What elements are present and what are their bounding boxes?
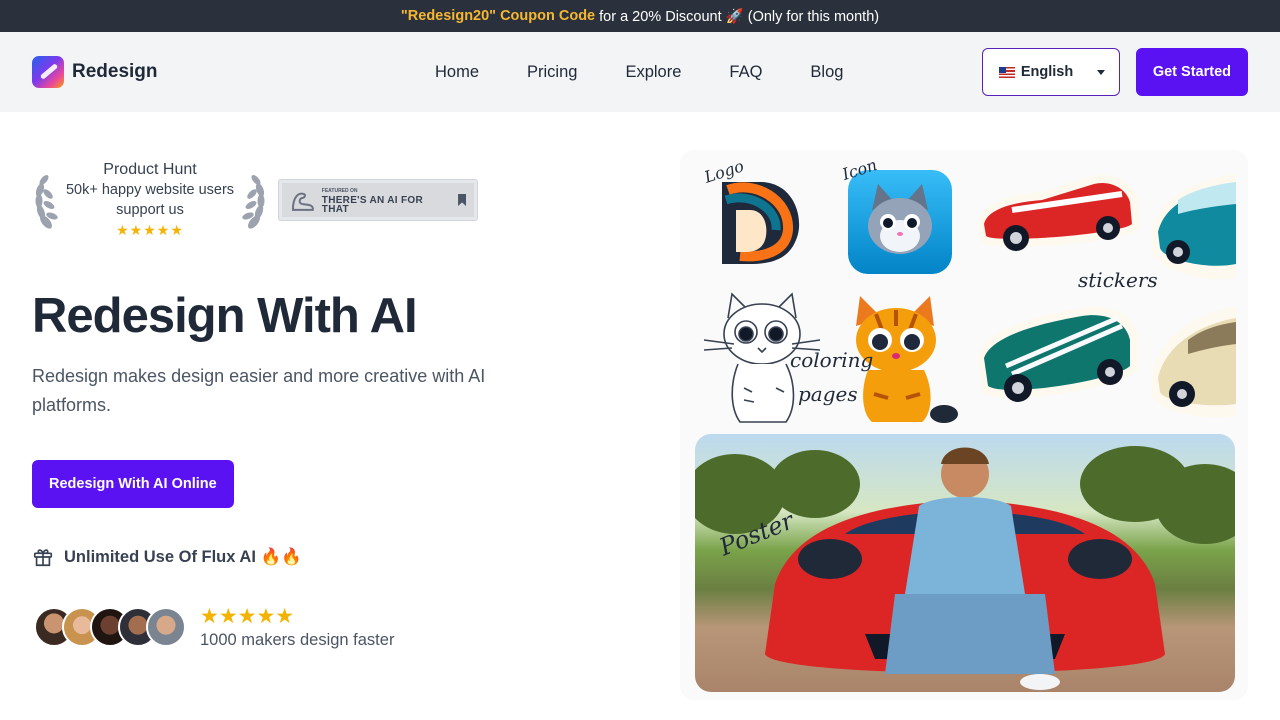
badge-title: Product Hunt (103, 161, 197, 178)
coloring-label: coloring (790, 348, 874, 372)
bookmark-icon (458, 194, 466, 206)
product-hunt-badge: Product Hunt 50k+ happy website users su… (32, 160, 268, 240)
nav-home[interactable]: Home (435, 63, 479, 82)
redesign-online-button[interactable]: Redesign With AI Online (32, 460, 234, 508)
car-sticker-image (1148, 160, 1236, 286)
brand-logo-link[interactable]: Redesign (32, 56, 158, 88)
nav-faq[interactable]: FAQ (729, 63, 762, 82)
avatar (146, 607, 186, 647)
chevron-down-icon (1096, 69, 1105, 75)
coupon-code: "Redesign20" Coupon Code (400, 8, 596, 24)
badge-line1: 50k+ happy website users (65, 182, 235, 198)
gift-icon (33, 549, 53, 567)
laurel-right-icon (242, 175, 265, 229)
promo-bar: "Redesign20" Coupon Code for a 20% Disco… (0, 0, 1280, 32)
hero-description: Redesign makes design easier and more cr… (32, 366, 486, 415)
nav-explore[interactable]: Explore (625, 63, 681, 82)
flux-text: Unlimited Use Of Flux AI 🔥🔥 (64, 547, 302, 566)
badge-stars: ★★★★★ (116, 222, 184, 238)
icon-example-image (848, 170, 952, 274)
get-started-button[interactable]: Get Started (1135, 48, 1248, 96)
promo-text: for a 20% Discount 🚀 (Only for this mont… (599, 8, 880, 25)
rating-stars: ★★★★★ (200, 605, 295, 628)
brand-name: Redesign (72, 61, 158, 82)
poster-example-image (695, 434, 1235, 692)
laurel-left-icon (35, 175, 58, 229)
featured-badge-link[interactable]: FEATURED ON THERE'S AN AI FOR THAT (278, 179, 478, 221)
car-sticker-image (972, 296, 1144, 420)
car-sticker-image (972, 158, 1144, 282)
us-flag-icon (998, 66, 1015, 78)
language-select[interactable]: English (981, 48, 1120, 96)
flux-feature: Unlimited Use Of Flux AI 🔥🔥 (32, 546, 592, 568)
hero-title: Redesign With AI (32, 289, 418, 343)
car-sticker-image (1148, 296, 1236, 422)
social-proof: ★★★★★ 1000 makers design faster (32, 604, 592, 650)
design-gallery: Logo Icon stickers coloring pages Poster (680, 150, 1248, 700)
main-nav: Home Pricing Explore FAQ Blog (435, 63, 891, 82)
avatar-group (32, 607, 186, 647)
badge-line2: support us (116, 202, 184, 218)
makers-count: 1000 makers design faster (200, 631, 395, 649)
brand-logo-icon (32, 56, 64, 88)
nav-pricing[interactable]: Pricing (527, 63, 577, 82)
nav-blog[interactable]: Blog (810, 63, 843, 82)
stickers-label: stickers (1078, 268, 1158, 292)
pages-label: pages (798, 382, 858, 406)
hero-section: Product Hunt 50k+ happy website users su… (32, 160, 592, 650)
aift-text: THERE'S AN AI FOR THAT (321, 194, 423, 215)
language-label: English (1020, 64, 1074, 80)
flexed-arm-icon (291, 192, 314, 211)
site-header: Redesign Home Pricing Explore FAQ Blog E… (0, 32, 1280, 112)
